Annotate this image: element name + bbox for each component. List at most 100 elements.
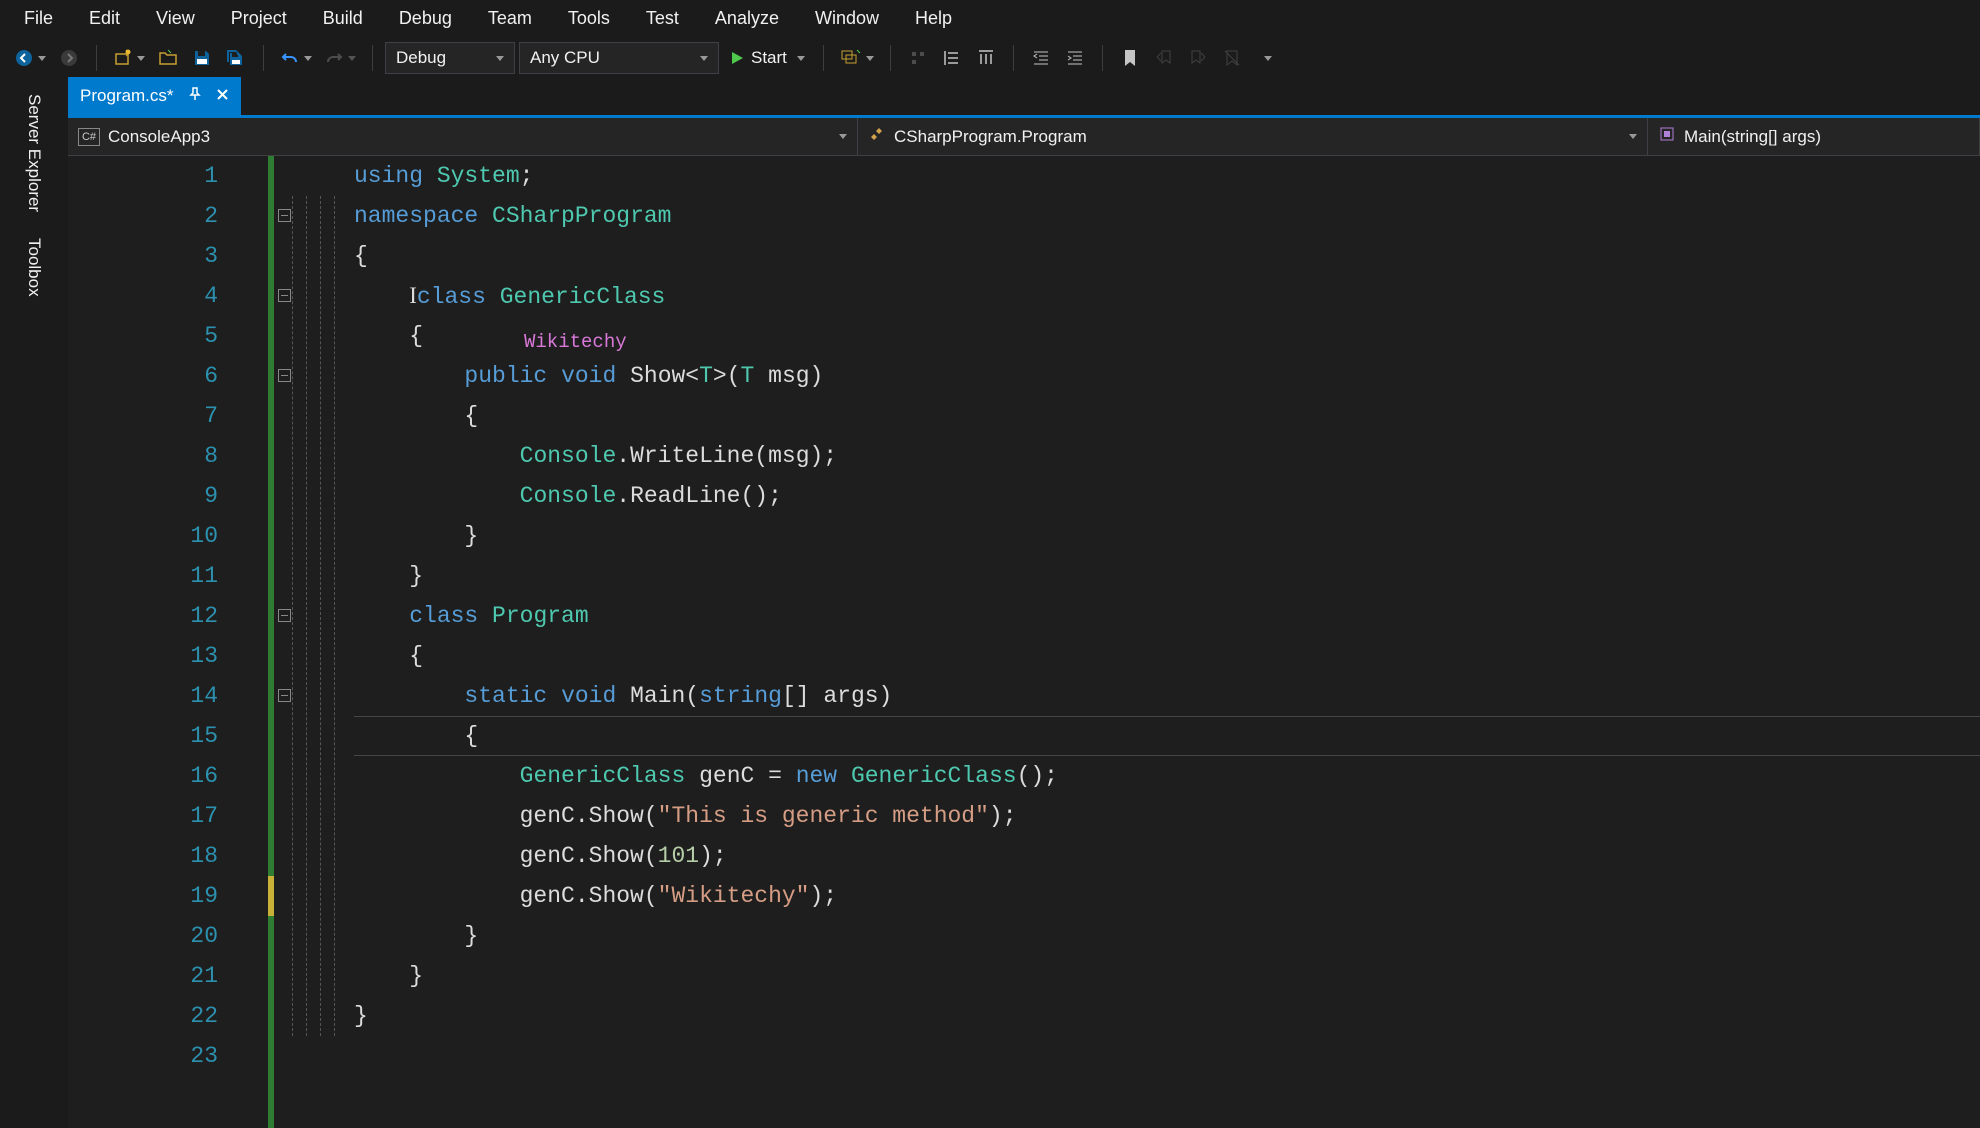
start-label: Start bbox=[751, 48, 787, 68]
line-number: 6 bbox=[68, 356, 268, 396]
code-line[interactable]: Console.WriteLine(msg); bbox=[354, 436, 1980, 476]
decrease-indent-icon[interactable] bbox=[1026, 43, 1056, 73]
nav-forward-button[interactable] bbox=[54, 43, 84, 73]
start-debug-button[interactable]: Start bbox=[723, 42, 811, 74]
line-number: 16 bbox=[68, 756, 268, 796]
line-number: 14 bbox=[68, 676, 268, 716]
pin-icon[interactable] bbox=[188, 86, 202, 106]
line-number: 20 bbox=[68, 916, 268, 956]
nav-member-value: Main(string[] args) bbox=[1684, 127, 1821, 147]
open-file-button[interactable] bbox=[153, 43, 183, 73]
code-line[interactable]: Console.ReadLine(); bbox=[354, 476, 1980, 516]
solution-config-value: Debug bbox=[396, 48, 446, 68]
menu-debug[interactable]: Debug bbox=[381, 2, 470, 35]
menu-team[interactable]: Team bbox=[470, 2, 550, 35]
menu-project[interactable]: Project bbox=[213, 2, 305, 35]
code-line[interactable]: class Program bbox=[354, 596, 1980, 636]
document-tab-active[interactable]: Program.cs* bbox=[68, 77, 241, 115]
code-line[interactable]: GenericClass genC = new GenericClass(); bbox=[354, 756, 1980, 796]
line-number: 9 bbox=[68, 476, 268, 516]
step-into-icon[interactable] bbox=[903, 43, 933, 73]
code-line[interactable]: genC.Show("This is generic method"); bbox=[354, 796, 1980, 836]
code-line[interactable]: genC.Show(101); bbox=[354, 836, 1980, 876]
class-icon bbox=[868, 125, 886, 148]
nav-project-combo[interactable]: C# ConsoleApp3 bbox=[68, 118, 858, 155]
line-number: 2 bbox=[68, 196, 268, 236]
menu-view[interactable]: View bbox=[138, 2, 213, 35]
nav-project-value: ConsoleApp3 bbox=[108, 127, 210, 147]
line-number: 19 bbox=[68, 876, 268, 916]
rail-server-explorer[interactable]: Server Explorer bbox=[20, 88, 48, 218]
increase-indent-icon[interactable] bbox=[1060, 43, 1090, 73]
toolbar-overflow-icon[interactable] bbox=[1251, 43, 1281, 73]
solution-config-combo[interactable]: Debug bbox=[385, 42, 515, 74]
code-line[interactable]: { bbox=[354, 716, 1980, 756]
line-number: 23 bbox=[68, 1036, 268, 1076]
redo-button[interactable] bbox=[320, 43, 360, 73]
menu-build[interactable]: Build bbox=[305, 2, 381, 35]
menu-analyze[interactable]: Analyze bbox=[697, 2, 797, 35]
line-number: 17 bbox=[68, 796, 268, 836]
code-editor[interactable]: 1234567891011121314151617181920212223 us… bbox=[68, 156, 1980, 1128]
menu-bar: FileEditViewProjectBuildDebugTeamToolsTe… bbox=[0, 0, 1980, 36]
save-all-button[interactable] bbox=[221, 43, 251, 73]
code-line[interactable]: } bbox=[354, 516, 1980, 556]
close-tab-icon[interactable] bbox=[216, 86, 229, 106]
fold-toggle-icon[interactable] bbox=[278, 689, 291, 702]
document-tab-strip: Program.cs* bbox=[68, 80, 1980, 118]
align-top-icon[interactable] bbox=[971, 43, 1001, 73]
menu-test[interactable]: Test bbox=[628, 2, 697, 35]
line-number: 1 bbox=[68, 156, 268, 196]
bookmark-icon[interactable] bbox=[1115, 43, 1145, 73]
code-line[interactable]: { bbox=[354, 396, 1980, 436]
code-line[interactable]: public void Show<T>(T msg) bbox=[354, 356, 1980, 396]
nav-member-combo[interactable]: Main(string[] args) bbox=[1648, 118, 1980, 155]
code-text[interactable]: using System;namespace CSharpProgram{ Ic… bbox=[354, 156, 1980, 1128]
toolbar: Debug Any CPU Start bbox=[0, 36, 1980, 80]
code-line[interactable]: } bbox=[354, 556, 1980, 596]
code-line[interactable]: { bbox=[354, 636, 1980, 676]
nav-back-button[interactable] bbox=[10, 43, 50, 73]
code-line[interactable]: } bbox=[354, 916, 1980, 956]
code-line[interactable]: } bbox=[354, 956, 1980, 996]
line-number: 4 bbox=[68, 276, 268, 316]
menu-tools[interactable]: Tools bbox=[550, 2, 628, 35]
code-line[interactable]: static void Main(string[] args) bbox=[354, 676, 1980, 716]
save-button[interactable] bbox=[187, 43, 217, 73]
watermark-label: Wikitechy bbox=[524, 322, 627, 362]
fold-toggle-icon[interactable] bbox=[278, 209, 291, 222]
nav-type-combo[interactable]: CSharpProgram.Program bbox=[858, 118, 1648, 155]
solution-platform-value: Any CPU bbox=[530, 48, 600, 68]
new-project-button[interactable] bbox=[109, 43, 149, 73]
fold-toggle-icon[interactable] bbox=[278, 609, 291, 622]
find-in-files-button[interactable] bbox=[836, 43, 878, 73]
next-bookmark-icon[interactable] bbox=[1183, 43, 1213, 73]
menu-help[interactable]: Help bbox=[897, 2, 970, 35]
fold-toggle-icon[interactable] bbox=[278, 289, 291, 302]
code-line[interactable]: } bbox=[354, 996, 1980, 1036]
menu-window[interactable]: Window bbox=[797, 2, 897, 35]
code-line[interactable]: namespace CSharpProgram bbox=[354, 196, 1980, 236]
code-line[interactable]: genC.Show("Wikitechy"); bbox=[354, 876, 1980, 916]
clear-bookmarks-icon[interactable] bbox=[1217, 43, 1247, 73]
align-left-icon[interactable] bbox=[937, 43, 967, 73]
document-tab-title: Program.cs* bbox=[80, 86, 174, 106]
text-cursor: I bbox=[409, 283, 417, 308]
line-number: 15 bbox=[68, 716, 268, 756]
csharp-project-icon: C# bbox=[78, 128, 100, 146]
menu-edit[interactable]: Edit bbox=[71, 2, 138, 35]
rail-toolbox[interactable]: Toolbox bbox=[20, 232, 48, 303]
line-number: 8 bbox=[68, 436, 268, 476]
code-line[interactable]: Iclass GenericClass bbox=[354, 276, 1980, 316]
solution-platform-combo[interactable]: Any CPU bbox=[519, 42, 719, 74]
code-line[interactable] bbox=[354, 1036, 1980, 1076]
fold-toggle-icon[interactable] bbox=[278, 369, 291, 382]
line-number: 11 bbox=[68, 556, 268, 596]
menu-file[interactable]: File bbox=[6, 2, 71, 35]
code-line[interactable]: { bbox=[354, 236, 1980, 276]
undo-button[interactable] bbox=[276, 43, 316, 73]
line-number: 21 bbox=[68, 956, 268, 996]
code-line[interactable]: using System; bbox=[354, 156, 1980, 196]
prev-bookmark-icon[interactable] bbox=[1149, 43, 1179, 73]
line-number: 5 bbox=[68, 316, 268, 356]
